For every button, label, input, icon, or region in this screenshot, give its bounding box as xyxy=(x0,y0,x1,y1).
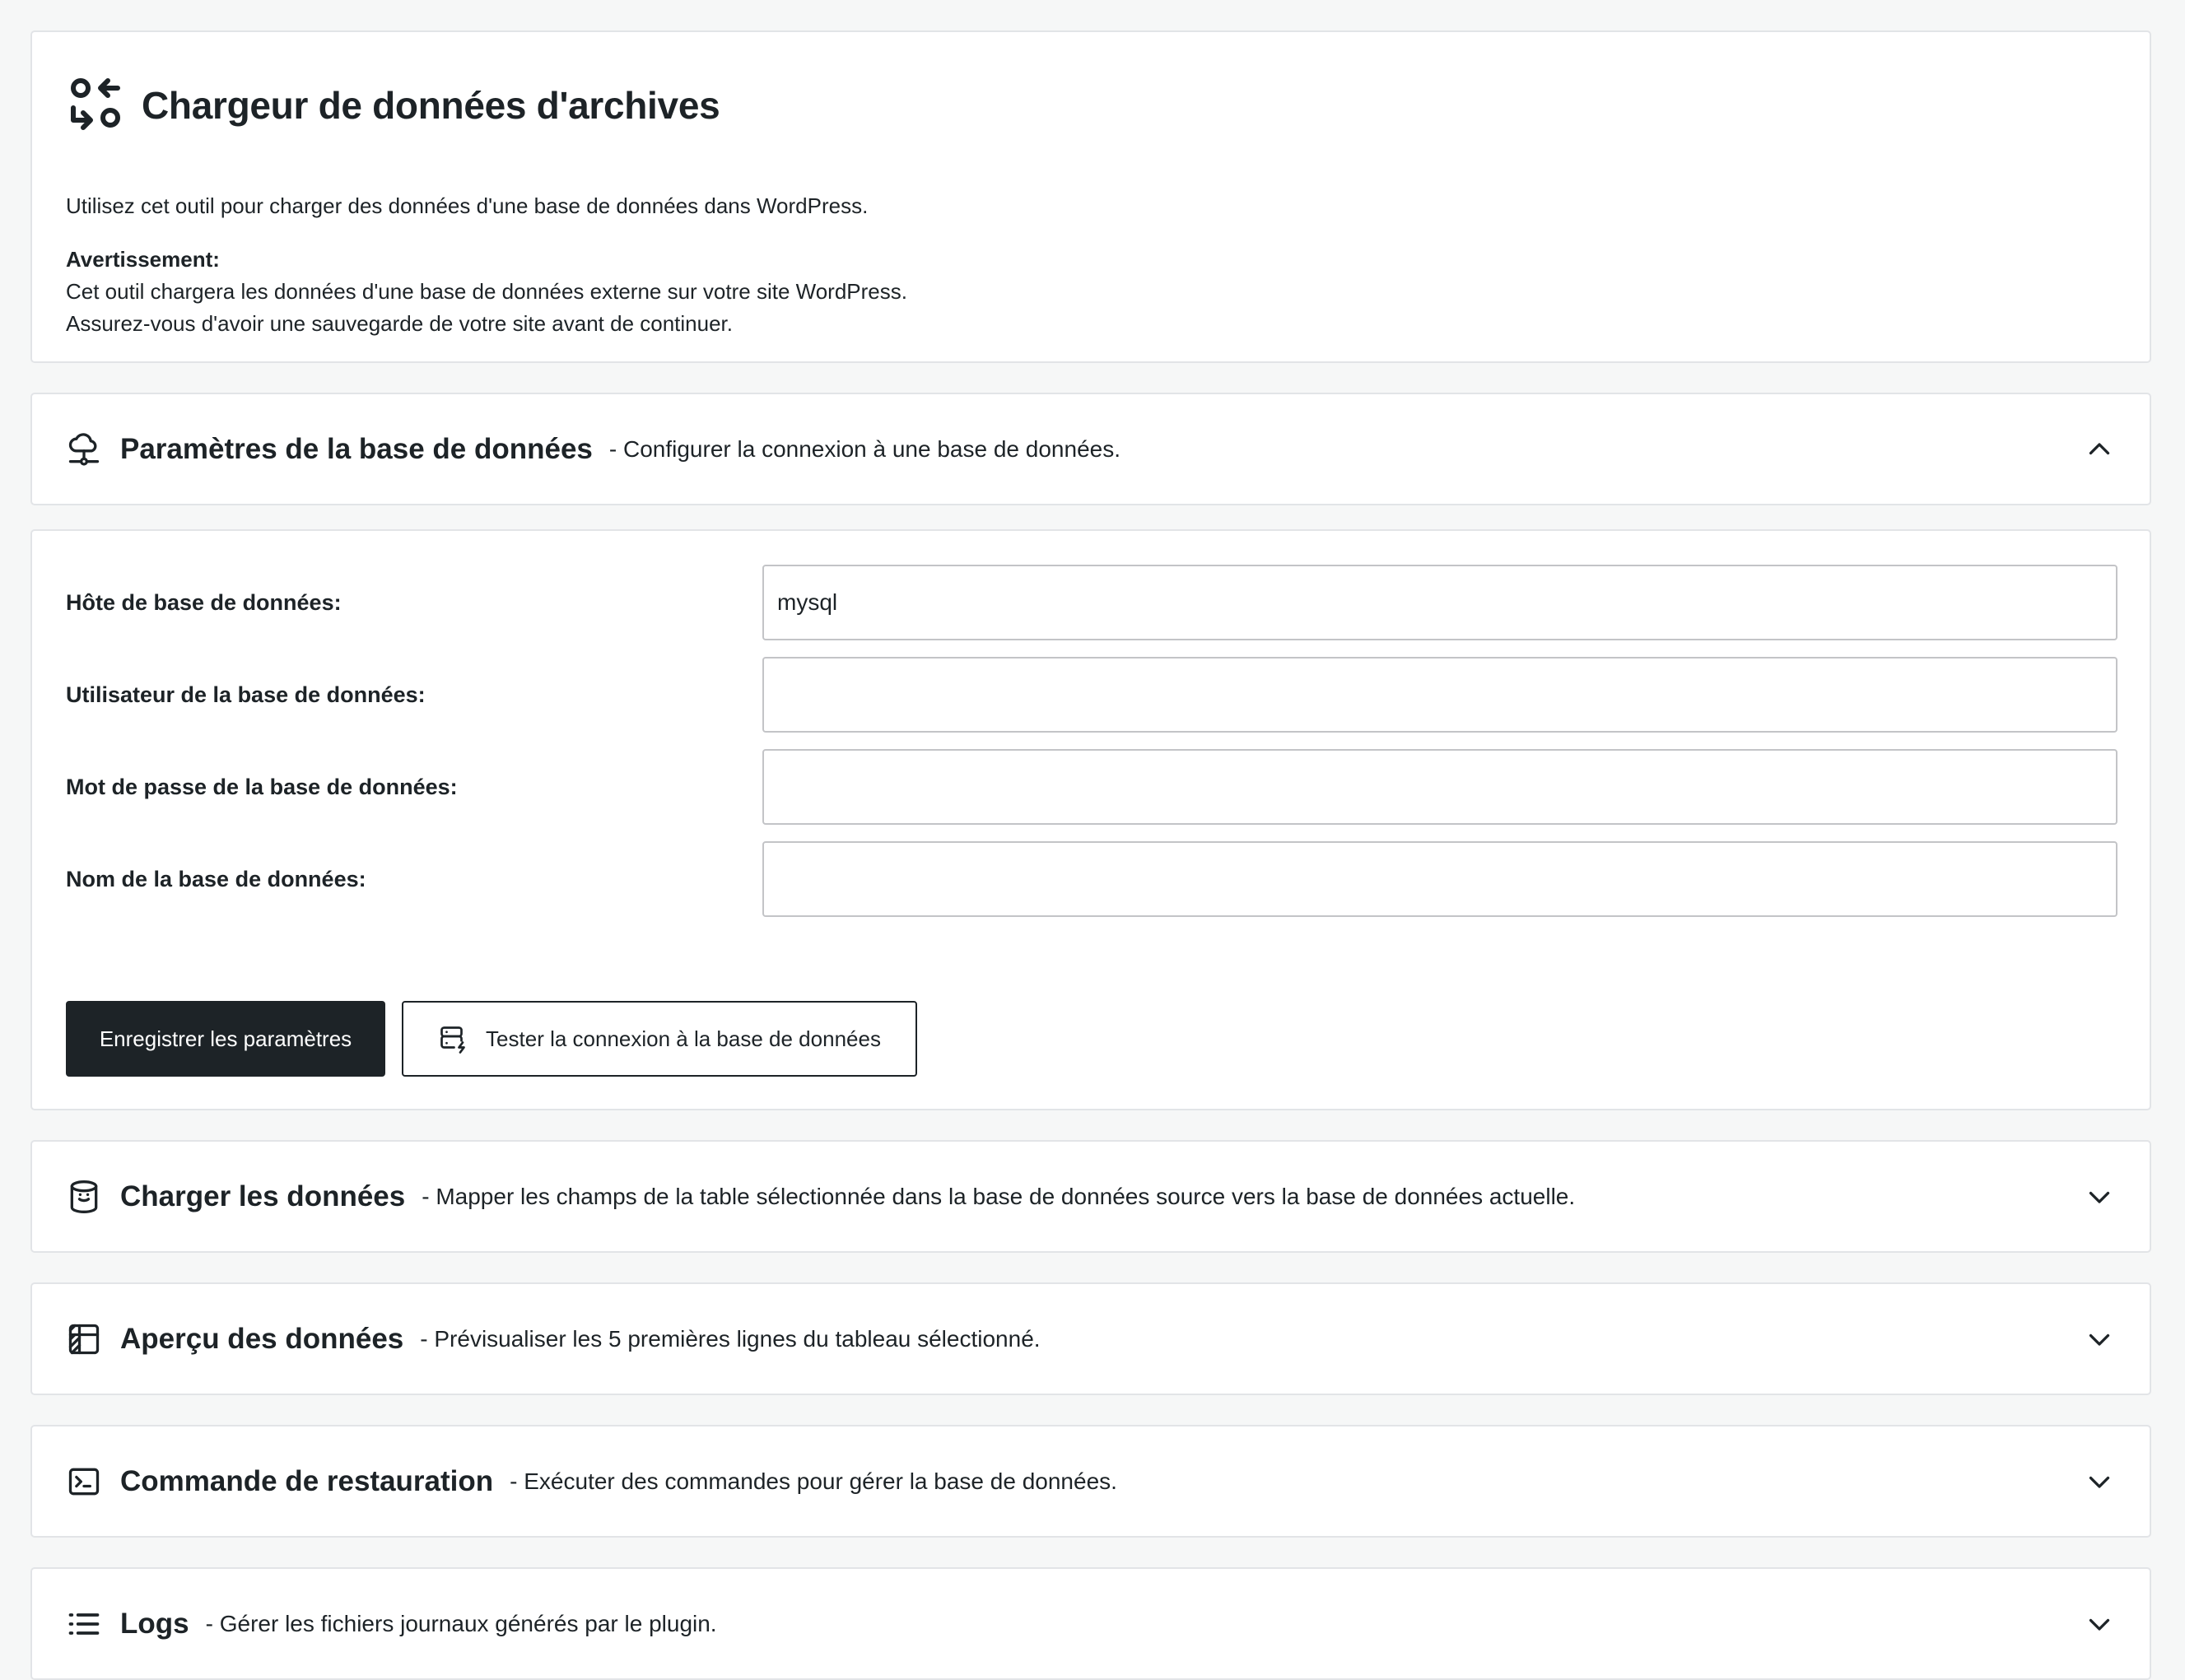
intro-header: Chargeur de données d'archives xyxy=(66,73,720,137)
database-settings-panel: Hôte de base de données: Utilisateur de … xyxy=(30,529,2151,1110)
section-database-settings[interactable]: Paramètres de la base de données - Confi… xyxy=(30,393,2151,505)
section-data-preview[interactable]: Aperçu des données - Prévisualiser les 5… xyxy=(30,1282,2151,1395)
section-description: - Gérer les fichiers journaux générés pa… xyxy=(205,1610,717,1636)
chevron-down-icon[interactable] xyxy=(2083,1608,2116,1640)
test-connection-label: Tester la connexion à la base de données xyxy=(486,1026,881,1051)
section-restore-command[interactable]: Commande de restauration - Exécuter des … xyxy=(30,1425,2151,1538)
chevron-down-icon[interactable] xyxy=(2083,1180,2116,1213)
warning-line: Assurez-vous d'avoir une sauvegarde de v… xyxy=(66,311,733,336)
section-title: Logs xyxy=(120,1607,189,1640)
password-label: Mot de passe de la base de données: xyxy=(66,774,458,799)
chevron-up-icon[interactable] xyxy=(2083,433,2116,466)
warning-title: Avertissement: xyxy=(66,247,220,272)
warning-block: Avertissement: Cet outil chargera les do… xyxy=(66,244,907,340)
section-title: Paramètres de la base de données xyxy=(120,432,593,465)
database-icon xyxy=(66,1179,102,1215)
form-row-name: Nom de la base de données: xyxy=(66,841,2117,917)
arrows-swap-icon xyxy=(66,73,125,137)
section-description: - Mapper les champs de la table sélectio… xyxy=(422,1183,1576,1209)
section-logs[interactable]: Logs - Gérer les fichiers journaux génér… xyxy=(30,1567,2151,1680)
server-test-icon xyxy=(440,1026,465,1054)
intro-description: Utilisez cet outil pour charger des donn… xyxy=(66,193,869,218)
section-load-data[interactable]: Charger les données - Mapper les champs … xyxy=(30,1140,2151,1253)
form-row-password: Mot de passe de la base de données: xyxy=(66,749,2117,825)
form-row-user: Utilisateur de la base de données: xyxy=(66,657,2117,733)
save-settings-button[interactable]: Enregistrer les paramètres xyxy=(66,1001,385,1077)
user-field[interactable] xyxy=(762,657,2117,733)
section-title: Charger les données xyxy=(120,1180,406,1212)
dbname-field[interactable] xyxy=(762,841,2117,917)
chevron-down-icon[interactable] xyxy=(2083,1323,2116,1356)
button-row: Enregistrer les paramètres Tester la con… xyxy=(66,1001,917,1077)
section-description: - Prévisualiser les 5 premières lignes d… xyxy=(420,1325,1041,1352)
table-icon xyxy=(66,1321,102,1357)
host-label: Hôte de base de données: xyxy=(66,589,342,615)
section-title: Commande de restauration xyxy=(120,1464,494,1497)
page-title: Chargeur de données d'archives xyxy=(142,83,720,127)
section-description: - Configurer la connexion à une base de … xyxy=(608,435,1120,462)
password-field[interactable] xyxy=(762,749,2117,825)
section-title: Aperçu des données xyxy=(120,1322,404,1355)
test-connection-button[interactable]: Tester la connexion à la base de données xyxy=(402,1001,917,1077)
cloud-network-icon xyxy=(66,431,102,468)
intro-card: Chargeur de données d'archives Utilisez … xyxy=(30,30,2151,363)
terminal-icon xyxy=(66,1464,102,1500)
user-label: Utilisateur de la base de données: xyxy=(66,682,426,707)
host-field[interactable] xyxy=(762,565,2117,640)
form-row-host: Hôte de base de données: xyxy=(66,565,2117,640)
warning-line: Cet outil chargera les données d'une bas… xyxy=(66,279,907,304)
list-icon xyxy=(66,1606,102,1642)
dbname-label: Nom de la base de données: xyxy=(66,866,366,891)
section-description: - Exécuter des commandes pour gérer la b… xyxy=(510,1468,1117,1494)
chevron-down-icon[interactable] xyxy=(2083,1465,2116,1498)
